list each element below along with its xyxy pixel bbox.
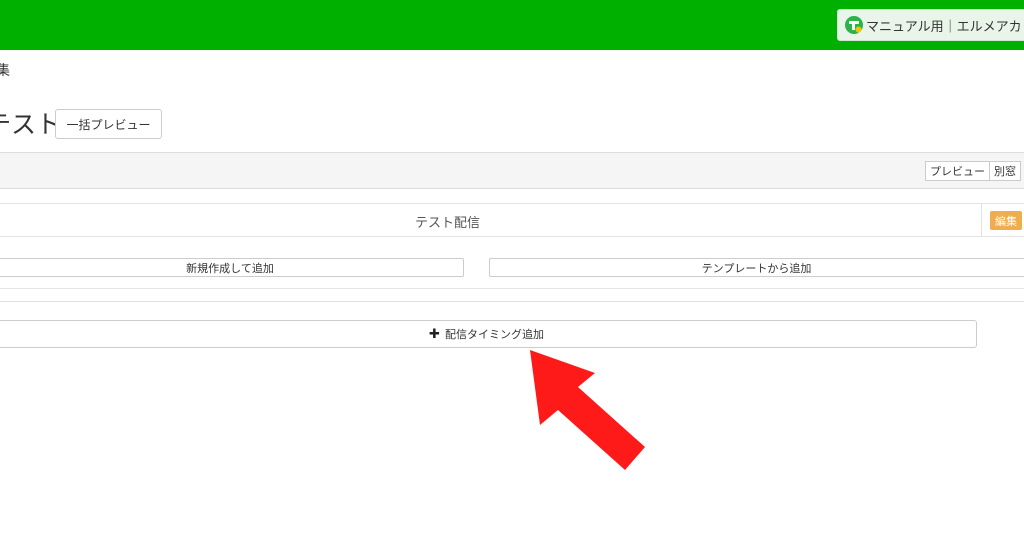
plus-icon: ✚ (429, 326, 440, 342)
message-title: テスト配信 (415, 216, 481, 231)
breadcrumb: 集 (0, 63, 10, 79)
edit-button[interactable]: 編集 (990, 211, 1022, 230)
add-new-button[interactable]: 新規作成して追加 (0, 258, 464, 277)
message-row (0, 203, 1024, 237)
app-logo-icon (845, 16, 863, 34)
account-switcher[interactable]: マニュアル用｜エルメアカ (837, 9, 1024, 41)
divider (0, 288, 1024, 289)
message-divider (981, 204, 982, 236)
divider (0, 301, 1024, 302)
add-from-template-button[interactable]: テンプレートから追加 (489, 258, 1024, 277)
account-label: マニュアル用｜エルメアカ (866, 19, 1022, 35)
separate-window-button[interactable]: 別窓 (990, 161, 1021, 181)
page-title: テスト (0, 110, 62, 139)
preview-button-group: プレビュー 別窓 (925, 161, 1021, 181)
preview-button[interactable]: プレビュー (925, 161, 990, 181)
add-timing-label: 配信タイミング追加 (444, 328, 544, 341)
panel-header (0, 152, 1024, 189)
red-arrow-icon (530, 350, 645, 470)
bulk-preview-button[interactable]: 一括プレビュー (55, 109, 162, 139)
add-timing-button[interactable]: ✚ 配信タイミング追加 (0, 320, 977, 348)
